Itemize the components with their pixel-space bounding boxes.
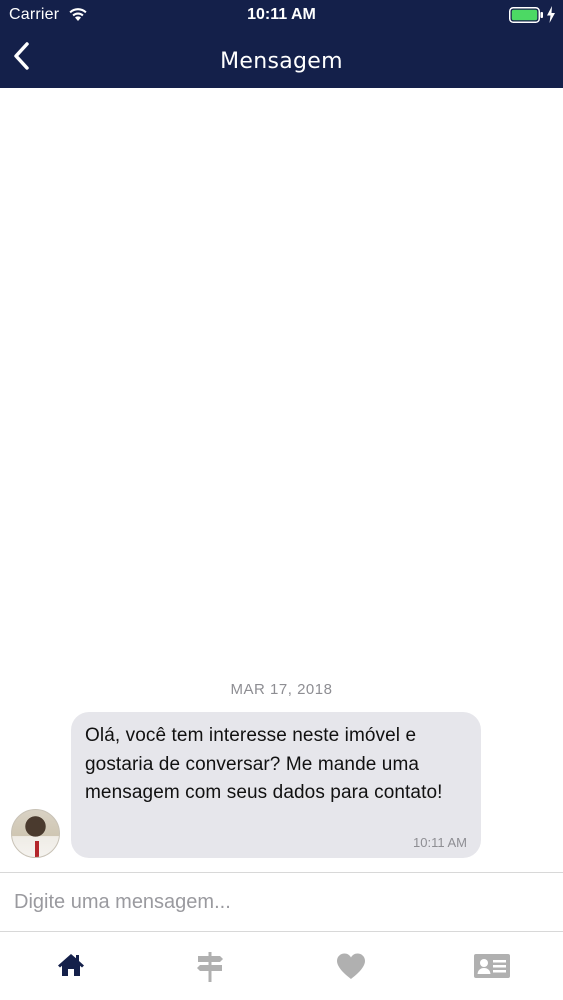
navigation-header: Carrier 10:11 AM Mensagem bbox=[0, 0, 563, 88]
message-timestamp: 10:11 AM bbox=[413, 835, 467, 850]
tab-home[interactable] bbox=[0, 932, 140, 1000]
avatar-photo-detail bbox=[35, 841, 39, 857]
home-icon bbox=[58, 954, 84, 976]
tab-directions[interactable] bbox=[140, 932, 280, 1000]
contact-card-icon bbox=[474, 954, 510, 978]
date-separator: MAR 17, 2018 bbox=[230, 681, 333, 698]
message-text: Olá, você tem interesse neste imóvel e g… bbox=[85, 725, 443, 803]
message-list[interactable]: MAR 17, 2018 Olá, você tem interesse nes… bbox=[0, 88, 563, 872]
tab-contact[interactable] bbox=[420, 932, 560, 1000]
status-bar: Carrier 10:11 AM bbox=[0, 0, 563, 30]
message-composer bbox=[0, 872, 563, 932]
page-title: Mensagem bbox=[220, 49, 343, 74]
signpost-icon bbox=[197, 952, 223, 982]
tab-favorites[interactable] bbox=[280, 932, 420, 1000]
charging-icon bbox=[547, 6, 555, 23]
message-bubble[interactable]: Olá, você tem interesse neste imóvel e g… bbox=[71, 712, 481, 858]
message-input[interactable] bbox=[0, 873, 563, 931]
tab-bar bbox=[0, 932, 563, 1000]
sender-avatar[interactable] bbox=[11, 809, 60, 858]
battery-icon bbox=[509, 7, 543, 23]
heart-icon bbox=[337, 953, 365, 979]
status-time: 10:11 AM bbox=[247, 6, 316, 23]
